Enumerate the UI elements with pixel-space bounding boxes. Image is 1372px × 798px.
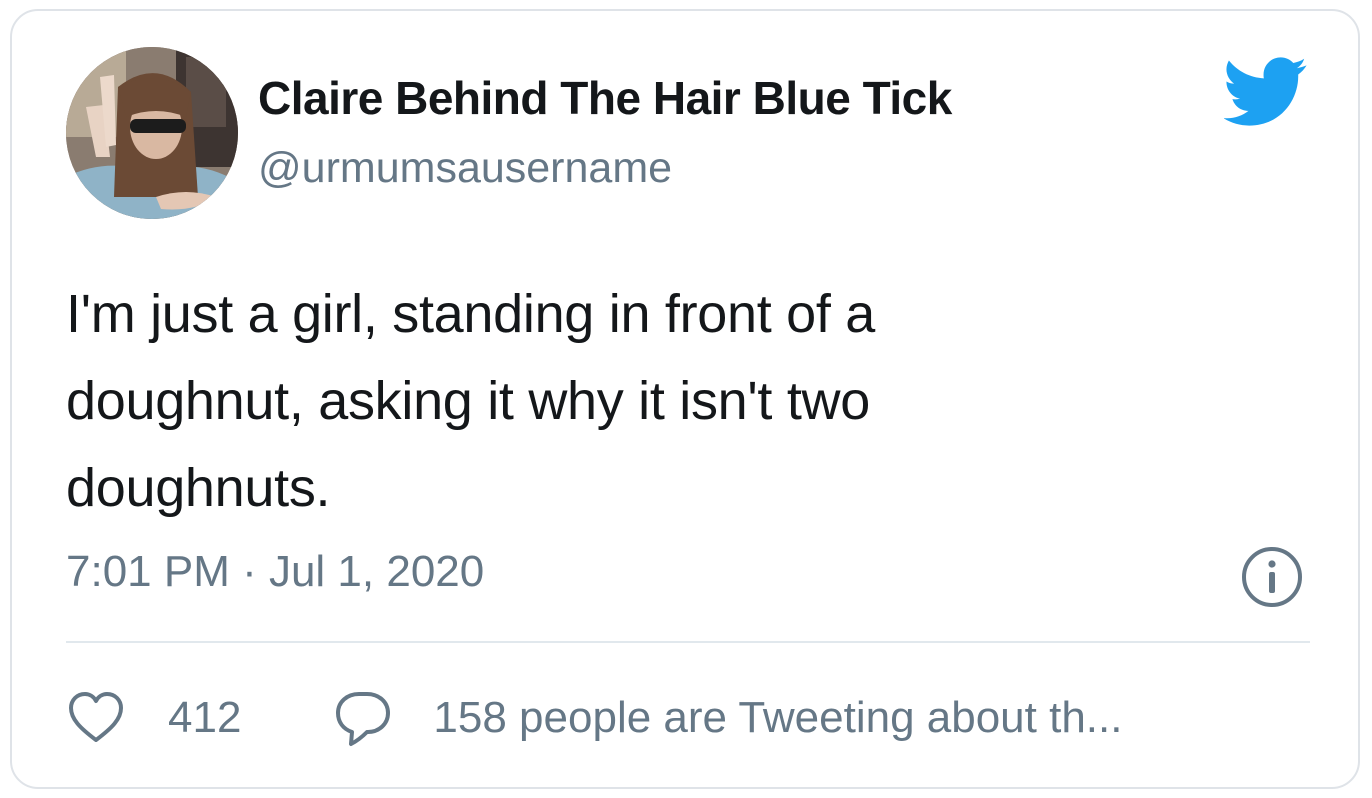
speech-bubble-icon <box>336 692 391 746</box>
handle[interactable]: @urmumsausername <box>258 144 672 193</box>
tweet-text: I'm just a girl, standing in front of a … <box>66 284 876 518</box>
tweet-card: Claire Behind The Hair Blue Tick @urmums… <box>10 9 1360 789</box>
conversation-text: 158 people are Tweeting about th... <box>433 693 1123 742</box>
tweet-timestamp[interactable]: 7:01 PM · Jul 1, 2020 <box>66 547 484 597</box>
avatar-photo <box>66 47 238 219</box>
avatar[interactable] <box>66 47 238 219</box>
like-count: 412 <box>168 693 242 742</box>
display-name[interactable]: Claire Behind The Hair Blue Tick <box>258 71 952 125</box>
info-icon[interactable] <box>1240 545 1304 609</box>
heart-icon <box>69 692 123 742</box>
action-bar: 412 158 people are Tweeting about th... <box>66 683 1122 753</box>
conversation-link[interactable]: 158 people are Tweeting about th... <box>333 688 1122 748</box>
twitter-bird-icon[interactable] <box>1224 57 1308 127</box>
divider <box>66 641 1310 643</box>
like-button[interactable]: 412 <box>66 688 241 748</box>
